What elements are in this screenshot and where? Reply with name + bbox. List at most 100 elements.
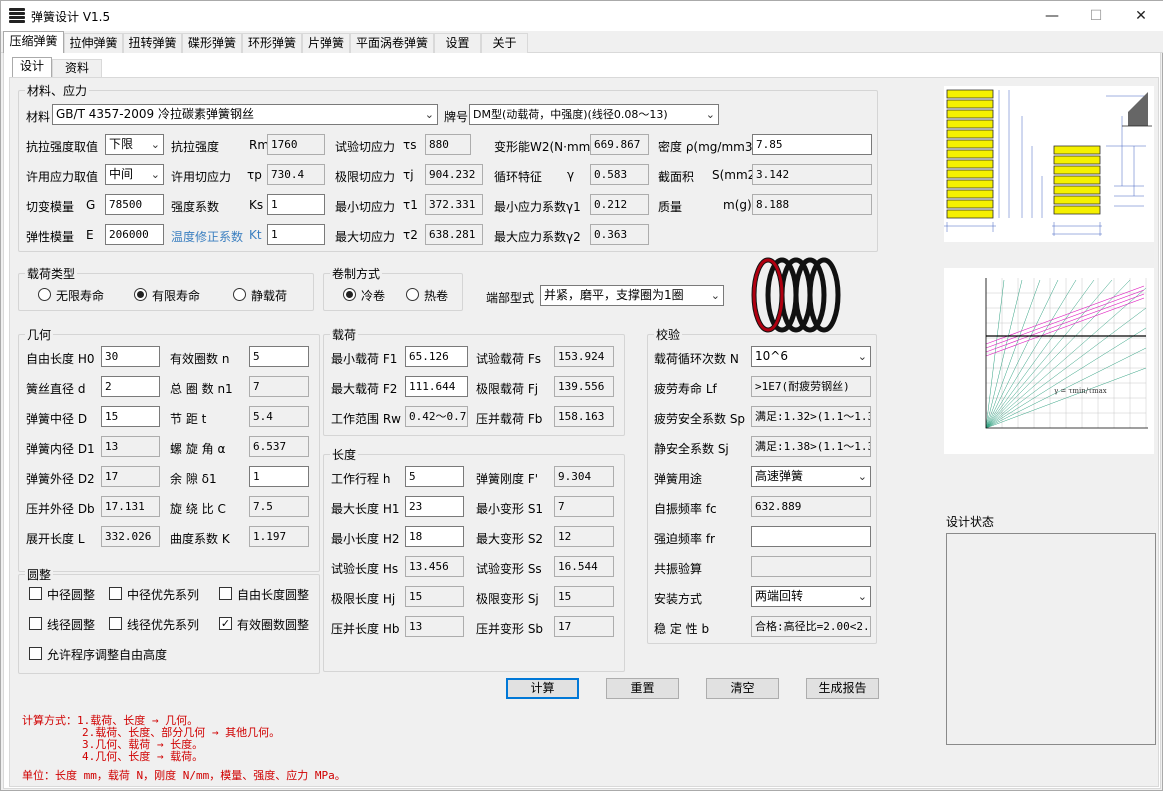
temperature-factor-field[interactable]: 1 <box>267 224 325 245</box>
app-window: 弹簧设计 V1.5 — ☐ ✕ 压缩弹簧 拉伸弹簧 扭转弹簧 碟形弹簧 环形弹簧… <box>0 0 1163 791</box>
tab-disc-spring[interactable]: 碟形弹簧 <box>182 33 242 53</box>
working-stroke-field[interactable]: 5 <box>405 466 464 487</box>
curvature-factor-label: 曲度系数 K <box>170 532 230 546</box>
chevron-down-icon: ⌄ <box>150 168 160 181</box>
checkbox-active-coils-round[interactable]: ✓ <box>219 617 232 630</box>
allowable-stress-mode-select[interactable]: 中间 ⌄ <box>105 164 164 185</box>
outer-diameter-label: 弹簧外径 D2 <box>26 472 95 486</box>
radio-cold-coil[interactable] <box>343 288 356 301</box>
ultimate-shear-field: 904.232 <box>425 164 483 185</box>
end-type-spring-image <box>751 257 841 333</box>
radio-finite-life-label: 有限寿命 <box>152 289 201 303</box>
radio-static-load-label: 静载荷 <box>251 289 288 303</box>
checkbox-free-length-round-label: 自由长度圆整 <box>237 588 310 602</box>
checkbox-allow-adjust-height[interactable] <box>29 647 42 660</box>
close-button[interactable]: ✕ <box>1118 1 1163 31</box>
maximize-button[interactable]: ☐ <box>1073 1 1119 31</box>
tab-leaf-spring[interactable]: 片弹簧 <box>302 33 350 53</box>
radio-infinite-life[interactable] <box>38 288 51 301</box>
outer-diameter-field: 17 <box>101 466 160 487</box>
end-type-select[interactable]: 并紧，磨平，支撑圈为1圈 ⌄ <box>540 285 724 306</box>
max-load-field[interactable]: 111.644 <box>405 376 468 397</box>
density-field[interactable]: 7.85 <box>752 134 872 155</box>
fatigue-safety-label: 疲劳安全系数 Sp <box>654 412 746 426</box>
length-title: 长度 <box>330 446 359 463</box>
load-title: 载荷 <box>330 326 359 343</box>
test-length-field: 13.456 <box>405 556 464 577</box>
units-note: 单位：长度 mm，载荷 N，刚度 N/mm，模量、强度、应力 MPa。 <box>22 769 346 782</box>
tab-extension-spring[interactable]: 拉伸弹簧 <box>64 33 123 53</box>
checkbox-mean-diameter-series[interactable] <box>109 587 122 600</box>
spring-index-field: 7.5 <box>249 496 309 517</box>
checkbox-free-length-round[interactable] <box>219 587 232 600</box>
test-load-label: 试验载荷 Fs <box>476 352 541 366</box>
wire-diameter-field[interactable]: 2 <box>101 376 160 397</box>
material-label: 材料 <box>26 110 51 124</box>
helix-angle-field: 6.537 <box>249 436 309 457</box>
allowable-shear-label: 许用切应力 <box>171 170 232 184</box>
forced-frequency-field[interactable] <box>751 526 871 547</box>
subtab-reference[interactable]: 资料 <box>52 59 102 78</box>
material-select[interactable]: GB/T 4357-2009 冷拉碳素弹簧钢丝 ⌄ <box>52 104 438 125</box>
spring-rate-field: 9.304 <box>554 466 614 487</box>
checkbox-wire-diameter-round-label: 线径圆整 <box>47 618 96 632</box>
pitch-field: 5.4 <box>249 406 309 427</box>
allowable-stress-mode-label: 许用应力取值 <box>26 170 99 184</box>
checkbox-mean-diameter-series-label: 中径优先系列 <box>127 588 200 602</box>
density-label: 密度 ρ(mg/mm3) <box>658 140 758 154</box>
cycle-characteristic-symbol: γ <box>567 168 575 182</box>
tab-settings[interactable]: 设置 <box>434 33 481 53</box>
grade-select[interactable]: DM型(动载荷，中强度)(线径0.08～13) ⌄ <box>469 104 719 125</box>
tab-about[interactable]: 关于 <box>481 33 528 53</box>
ultimate-deflection-field: 15 <box>554 586 614 607</box>
checkbox-wire-diameter-series[interactable] <box>109 617 122 630</box>
spring-usage-select[interactable]: 高速弹簧 ⌄ <box>751 466 871 487</box>
tab-torsion-spring[interactable]: 扭转弹簧 <box>123 33 182 53</box>
free-length-field[interactable]: 30 <box>101 346 160 367</box>
min-load-field[interactable]: 65.126 <box>405 346 468 367</box>
reset-button[interactable]: 重置 <box>606 678 679 699</box>
checkbox-mean-diameter-round[interactable] <box>29 587 42 600</box>
calculate-button[interactable]: 计算 <box>506 678 579 699</box>
mass-field: 8.188 <box>752 194 872 215</box>
working-range-field: 0.42～0.73 <box>405 406 468 427</box>
grade-label: 牌号 <box>444 110 469 124</box>
minimize-button[interactable]: — <box>1029 1 1075 31</box>
tensile-strength-mode-select[interactable]: 下限 ⌄ <box>105 134 164 155</box>
clear-button[interactable]: 清空 <box>706 678 779 699</box>
elastic-modulus-field[interactable]: 206000 <box>105 224 164 245</box>
shear-modulus-field[interactable]: 78500 <box>105 194 164 215</box>
forced-frequency-label: 强迫频率 fr <box>654 532 715 546</box>
radio-finite-life[interactable] <box>134 288 147 301</box>
tab-spiral-spring[interactable]: 平面涡卷弹簧 <box>350 33 434 53</box>
mean-diameter-field[interactable]: 15 <box>101 406 160 427</box>
tab-ring-spring[interactable]: 环形弹簧 <box>242 33 302 53</box>
strength-factor-field[interactable]: 1 <box>267 194 325 215</box>
solid-deflection-field: 17 <box>554 616 614 637</box>
clearance-field[interactable]: 1 <box>249 466 309 487</box>
subtab-design[interactable]: 设计 <box>12 57 52 78</box>
deformation-energy-field: 669.867 <box>590 134 649 155</box>
rounding-title: 圆整 <box>25 566 54 583</box>
max-length-field[interactable]: 23 <box>405 496 464 517</box>
ultimate-shear-symbol: τj <box>403 168 414 182</box>
radio-hot-coil[interactable] <box>406 288 419 301</box>
load-cycles-select[interactable]: 10^6 ⌄ <box>751 346 871 367</box>
natural-frequency-field: 632.889 <box>751 496 871 517</box>
max-shear-stress-field: 638.281 <box>425 224 483 245</box>
radio-static-load[interactable] <box>233 288 246 301</box>
mass-label: 质量 <box>658 200 683 214</box>
temperature-factor-label[interactable]: 温度修正系数 <box>171 228 243 245</box>
developed-length-field: 332.026 <box>101 526 160 547</box>
working-stroke-label: 工作行程 h <box>331 472 391 486</box>
active-coils-field[interactable]: 5 <box>249 346 309 367</box>
tab-compression-spring[interactable]: 压缩弹簧 <box>3 31 64 54</box>
svg-text:γ = τmin/τmax: γ = τmin/τmax <box>1054 387 1107 395</box>
generate-report-button[interactable]: 生成报告 <box>806 678 879 699</box>
min-length-field[interactable]: 18 <box>405 526 464 547</box>
checkbox-wire-diameter-round[interactable] <box>29 617 42 630</box>
load-cycles-label: 载荷循环次数 N <box>654 352 739 366</box>
mounting-select[interactable]: 两端回转 ⌄ <box>751 586 871 607</box>
design-panel: 材料、应力 材料 GB/T 4357-2009 冷拉碳素弹簧钢丝 ⌄ 牌号 DM型… <box>9 77 1159 787</box>
spring-rate-label: 弹簧刚度 F' <box>476 472 539 486</box>
